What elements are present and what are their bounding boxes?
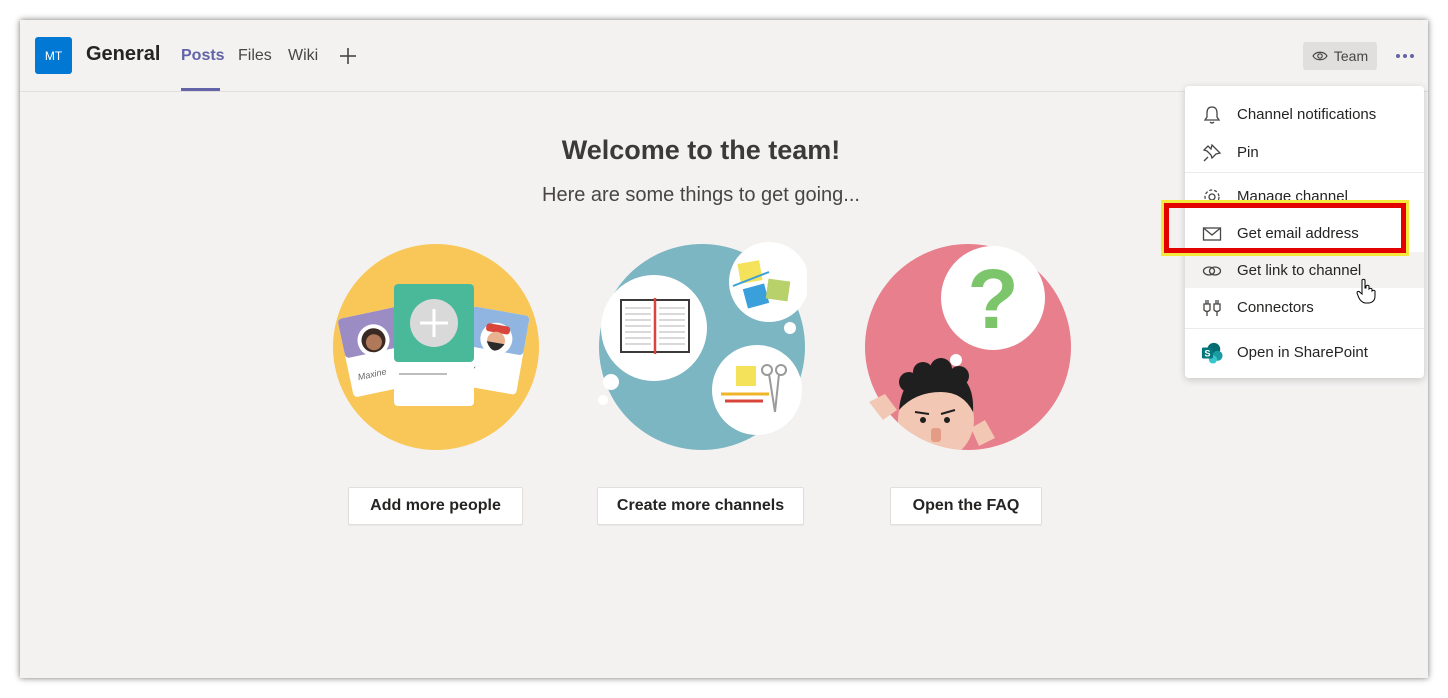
add-more-people-button[interactable]: Add more people — [348, 487, 523, 525]
teams-window: MT General Posts Files Wiki Team Welcome… — [20, 20, 1428, 678]
more-options-button[interactable] — [1392, 44, 1418, 68]
channel-title: General — [86, 43, 161, 65]
menu-item-label: Get email address — [1237, 224, 1359, 242]
ellipsis-icon — [1396, 54, 1414, 58]
active-tab-indicator — [181, 88, 220, 91]
mail-icon — [1201, 223, 1223, 245]
tab-posts[interactable]: Posts — [181, 47, 225, 65]
menu-item-label: Open in SharePoint — [1237, 343, 1368, 361]
bell-icon — [1201, 104, 1223, 126]
menu-item-manage-channel[interactable]: Manage channel — [1185, 178, 1424, 214]
menu-item-pin[interactable]: Pin — [1185, 134, 1424, 170]
menu-item-channel-notifications[interactable]: Channel notifications — [1185, 96, 1424, 132]
menu-item-label: Manage channel — [1237, 187, 1348, 205]
eye-icon — [1312, 51, 1328, 61]
team-button[interactable]: Team — [1303, 42, 1377, 70]
menu-item-get-email-address[interactable]: Get email address — [1185, 215, 1424, 251]
menu-item-label: Pin — [1237, 143, 1259, 161]
menu-item-connectors[interactable]: Connectors — [1185, 289, 1424, 325]
menu-separator — [1185, 328, 1424, 329]
pin-icon — [1201, 142, 1223, 164]
gear-icon — [1201, 186, 1223, 208]
create-more-channels-button[interactable]: Create more channels — [597, 487, 804, 525]
sharepoint-icon: S — [1201, 342, 1223, 364]
open-faq-button[interactable]: Open the FAQ — [890, 487, 1042, 525]
add-people-illustration: Maxine ky — [333, 244, 539, 450]
question-mark-symbol: ? — [967, 252, 1018, 346]
plus-icon — [340, 48, 356, 64]
team-button-label: Team — [1333, 48, 1369, 64]
channel-header: MT General Posts Files Wiki Team — [20, 20, 1428, 92]
svg-text:S: S — [1204, 349, 1210, 359]
menu-item-get-link-to-channel[interactable]: Get link to channel — [1185, 252, 1424, 288]
team-avatar[interactable]: MT — [35, 37, 72, 74]
welcome-title: Welcome to the team! — [561, 135, 841, 165]
menu-item-label: Connectors — [1237, 298, 1314, 316]
link-icon — [1201, 260, 1223, 282]
menu-item-label: Channel notifications — [1237, 105, 1377, 123]
menu-item-open-in-sharepoint[interactable]: S Open in SharePoint — [1185, 334, 1424, 370]
channel-options-menu: Channel notifications Pin Manage channel… — [1185, 86, 1424, 378]
create-channels-illustration — [598, 242, 807, 450]
menu-item-label: Get link to channel — [1237, 261, 1362, 279]
welcome-subtitle: Here are some things to get going... — [542, 184, 860, 206]
tab-wiki[interactable]: Wiki — [288, 47, 318, 65]
add-tab-button[interactable] — [338, 46, 358, 66]
menu-separator — [1185, 172, 1424, 173]
tab-files[interactable]: Files — [238, 47, 272, 65]
faq-illustration: ? — [865, 244, 1071, 450]
connectors-icon — [1201, 297, 1223, 319]
